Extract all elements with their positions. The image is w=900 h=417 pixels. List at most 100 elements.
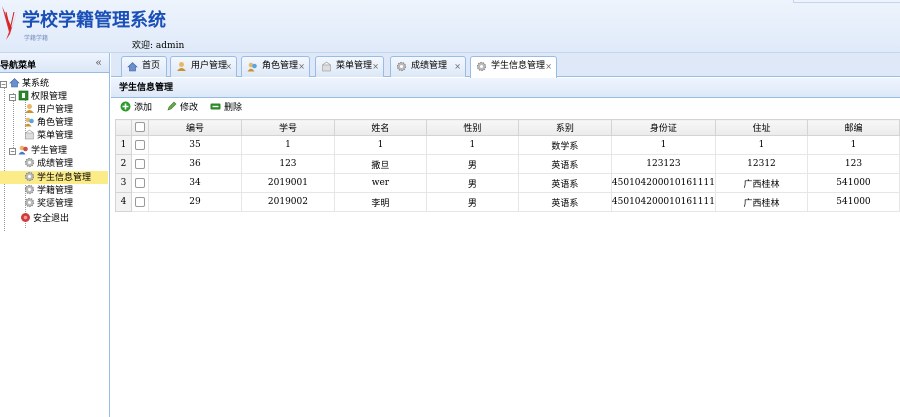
delete-icon	[210, 103, 221, 110]
table-cell: 450104200010161111	[610, 192, 716, 212]
table-cell: 1	[806, 135, 900, 155]
tab-student-info[interactable]: 学生信息管理 ×	[470, 56, 557, 78]
column-header[interactable]: 姓名	[333, 119, 427, 136]
column-header[interactable]: 学号	[240, 119, 335, 136]
tab-user-manage[interactable]: 用户管理 ×	[170, 56, 237, 77]
table-cell: 英语系	[517, 192, 612, 212]
welcome-text: 欢迎: admin	[132, 38, 184, 51]
row-select-cell	[130, 192, 149, 212]
tree-group-label: 学生管理	[31, 146, 68, 156]
table-cell: 1	[333, 135, 427, 155]
column-header[interactable]: 身份证	[610, 119, 716, 136]
table-row[interactable]: 4 29 2019002 李明 男 英语系 450104200010161111…	[115, 192, 900, 212]
row-checkbox[interactable]	[134, 139, 145, 150]
tab-home[interactable]: 首页	[121, 56, 167, 77]
table-cell: 1	[714, 135, 808, 155]
table-cell: 广西桂林	[714, 173, 808, 193]
delete-button[interactable]: 删除	[210, 101, 242, 114]
sidebar-item-label: 角色管理	[37, 118, 74, 128]
role-icon	[24, 117, 34, 127]
shield-icon	[18, 90, 29, 101]
tree-group-permission[interactable]: − 权限管理	[9, 90, 67, 103]
sidebar-item-student-info[interactable]: 学生信息管理	[0, 171, 108, 184]
add-button[interactable]: 添加	[120, 101, 152, 114]
sidebar-item-logout[interactable]: 安全退出	[20, 212, 69, 225]
sidebar-item-label: 安全退出	[33, 214, 70, 224]
tab-label: 菜单管理	[336, 61, 373, 71]
expand-toggle[interactable]: −	[9, 148, 16, 155]
home-icon	[127, 62, 138, 72]
main-area: 首页 用户管理 × 角色管理 × 菜单管理 × 成绩管理 × 学生信息管理 × 学生信息管…	[111, 53, 900, 417]
tab-role-manage[interactable]: 角色管理 ×	[241, 56, 310, 77]
row-number: 2	[115, 154, 132, 174]
close-icon[interactable]: ×	[545, 57, 552, 76]
close-icon[interactable]: ×	[298, 57, 305, 76]
tab-menu-manage[interactable]: 菜单管理 ×	[315, 56, 384, 77]
gear-icon	[24, 184, 35, 195]
row-number: 3	[115, 173, 132, 193]
row-checkbox[interactable]	[134, 158, 145, 169]
table-row[interactable]: 2 36 123 撒旦 男 英语系 123123 12312 123	[115, 154, 900, 174]
tab-label: 首页	[142, 61, 161, 71]
app-header: 学校学籍管理系统 学籍学籍 欢迎: admin	[0, 0, 900, 53]
logout-icon	[21, 213, 30, 222]
gear-icon	[476, 61, 487, 72]
column-header[interactable]: 系别	[517, 119, 612, 136]
collapse-icon[interactable]: «	[95, 56, 102, 69]
table-cell: 2019002	[240, 192, 335, 212]
row-select-cell	[130, 173, 149, 193]
table-cell: 1	[610, 135, 716, 155]
welcome-label: 欢迎:	[132, 41, 154, 51]
sidebar-item-label: 用户管理	[37, 105, 74, 115]
tab-score-manage[interactable]: 成绩管理 ×	[390, 56, 466, 77]
add-label: 添加	[134, 103, 153, 113]
expand-toggle[interactable]: −	[0, 81, 7, 88]
gear-icon	[24, 157, 35, 168]
sidebar: 导航菜单 « − 某系统 − 权限管理 用户管理 角色管理 菜单管理 − 学生管理 成…	[0, 53, 110, 417]
sidebar-item-status-manage[interactable]: 学籍管理	[24, 184, 73, 197]
sidebar-item-label: 学籍管理	[37, 186, 74, 196]
column-header[interactable]: 编号	[147, 119, 242, 136]
table-row[interactable]: 1 35 1 1 1 数学系 1 1 1	[115, 135, 900, 155]
sidebar-header: 导航菜单 «	[0, 53, 109, 73]
sidebar-title: 导航菜单	[0, 61, 37, 71]
gear-icon	[396, 61, 407, 72]
tab-label: 角色管理	[262, 61, 299, 71]
tree-root[interactable]: − 某系统	[0, 77, 49, 90]
column-header[interactable]: 邮编	[806, 119, 900, 136]
sidebar-item-label: 菜单管理	[37, 131, 74, 141]
delete-label: 删除	[224, 103, 243, 113]
column-header[interactable]: 性别	[425, 119, 519, 136]
table-cell: 123	[806, 154, 900, 174]
edit-button[interactable]: 修改	[166, 101, 198, 114]
username: admin	[155, 41, 185, 51]
select-all-checkbox[interactable]	[134, 122, 145, 133]
close-icon[interactable]: ×	[225, 57, 232, 76]
rownum-header	[115, 119, 132, 136]
home-icon	[9, 78, 20, 88]
sidebar-item-role-manage[interactable]: 角色管理	[24, 116, 73, 129]
table-cell: 男	[425, 154, 519, 174]
row-checkbox[interactable]	[134, 177, 145, 188]
student-table: 编号 学号 姓名 性别 系别 身份证 住址 邮编 1 35 1 1 1 数学系 …	[115, 119, 900, 212]
table-cell: 男	[425, 173, 519, 193]
table-cell: 撒旦	[333, 154, 427, 174]
tree-group-student[interactable]: − 学生管理	[9, 144, 67, 157]
logo-icon	[2, 6, 18, 40]
expand-toggle[interactable]: −	[9, 94, 16, 101]
close-icon[interactable]: ×	[454, 57, 461, 76]
menu-icon	[322, 61, 331, 72]
header-corner	[793, 0, 900, 3]
table-cell: 1	[240, 135, 335, 155]
column-header[interactable]: 住址	[714, 119, 808, 136]
tab-label: 用户管理	[191, 61, 228, 71]
table-row[interactable]: 3 34 2019001 wer 男 英语系 45010420001016111…	[115, 173, 900, 193]
row-checkbox[interactable]	[134, 196, 145, 207]
sidebar-item-score-manage[interactable]: 成绩管理	[24, 157, 73, 170]
sidebar-item-menu-manage[interactable]: 菜单管理	[24, 129, 73, 142]
close-icon[interactable]: ×	[372, 57, 379, 76]
sidebar-item-reward-manage[interactable]: 奖惩管理	[24, 197, 73, 210]
sidebar-item-user-manage[interactable]: 用户管理	[24, 103, 73, 116]
sidebar-item-label: 奖惩管理	[37, 199, 74, 209]
table-cell: 数学系	[517, 135, 612, 155]
